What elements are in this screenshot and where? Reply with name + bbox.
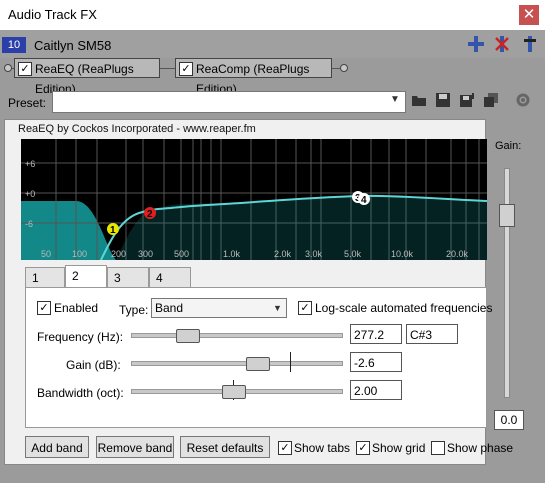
logscale-label: Log-scale automated frequencies [315, 301, 493, 315]
fx-reaeq-enable-checkbox[interactable]: ✓ [18, 62, 32, 76]
band-4-label: 4 [361, 195, 367, 206]
type-chevron-down-icon[interactable]: ▼ [273, 303, 282, 313]
freq-label-300: 300 [138, 249, 153, 259]
frequency-field[interactable]: 277.2 [350, 324, 402, 344]
type-label: Type: [119, 303, 149, 317]
gain-slider-track[interactable] [504, 168, 510, 398]
band-gain-zero-marker [290, 352, 291, 372]
band-1-label: 1 [110, 225, 116, 236]
frequency-label: Frequency (Hz): [37, 330, 124, 344]
track-number-badge: 10 [2, 37, 26, 53]
db-label-0: +0 [25, 189, 35, 199]
freq-label-500: 500 [174, 249, 189, 259]
close-button[interactable]: ✕ [519, 5, 539, 25]
gain-value-field[interactable]: 0.0 [494, 410, 524, 430]
chain-start-dot [4, 64, 12, 72]
show-phase-checkbox[interactable] [431, 441, 445, 455]
save-as-icon[interactable] [458, 91, 476, 109]
type-select-value: Band [155, 301, 184, 315]
show-grid-label: Show grid [372, 441, 426, 455]
chain-end-dot [340, 64, 348, 72]
pin-icon[interactable] [520, 34, 540, 54]
gear-icon[interactable] [514, 91, 532, 109]
enabled-checkbox[interactable]: ✓ [37, 301, 51, 315]
freq-label-1k: 1.0k [223, 249, 241, 259]
save-icon[interactable] [434, 91, 452, 109]
db-label-minus6: -6 [25, 219, 33, 229]
freq-label-2k: 2.0k [274, 249, 292, 259]
fx-reaeq-button[interactable]: ✓ ReaEQ (ReaPlugs Edition) [14, 58, 160, 96]
eq-plugin-title: ReaEQ by Cockos Incorporated - www.reape… [18, 123, 256, 135]
freq-label-100: 100 [72, 249, 87, 259]
band-gain-slider-track[interactable] [131, 361, 343, 366]
gain-label: Gain: [495, 140, 522, 152]
show-grid-checkbox[interactable]: ✓ [356, 441, 370, 455]
freq-label-50: 50 [41, 249, 51, 259]
freq-label-3k: 3.0k [305, 249, 323, 259]
band-gain-field[interactable]: -2.6 [350, 352, 402, 372]
type-select[interactable]: Band [151, 298, 287, 318]
show-tabs-label: Show tabs [294, 441, 351, 455]
bandwidth-label: Bandwidth (oct): [37, 386, 124, 400]
frequency-slider-thumb[interactable] [176, 329, 200, 343]
freq-label-10k: 10.0k [391, 249, 414, 259]
bandwidth-field[interactable]: 2.00 [350, 380, 402, 400]
chevron-down-icon[interactable]: ▼ [390, 94, 400, 105]
preset-dropdown[interactable] [52, 91, 406, 113]
window-title: Audio Track FX [8, 7, 97, 22]
remove-fx-icon[interactable] [492, 34, 512, 54]
band-2-label: 2 [147, 209, 153, 220]
add-band-button[interactable]: Add band [25, 436, 89, 458]
preset-stack-icon[interactable] [482, 91, 500, 109]
track-name: Caitlyn SM58 [34, 38, 112, 53]
freq-label-5k: 5.0k [344, 249, 362, 259]
logscale-checkbox[interactable]: ✓ [298, 301, 312, 315]
preset-label: Preset: [8, 96, 47, 110]
folder-icon[interactable] [410, 91, 428, 109]
frequency-slider-track[interactable] [131, 333, 343, 338]
band-gain-slider-thumb[interactable] [246, 357, 270, 371]
bandwidth-slider-thumb[interactable] [222, 385, 246, 399]
fx-reacomp-button[interactable]: ✓ ReaComp (ReaPlugs Edition) [175, 58, 332, 96]
freq-label-20k: 20.0k [446, 249, 469, 259]
tab-3[interactable]: 3 [107, 267, 149, 287]
note-field[interactable]: C#3 [406, 324, 458, 344]
freq-label-200: 200 [111, 249, 126, 259]
gain-slider-thumb[interactable] [499, 204, 515, 227]
enabled-label: Enabled [54, 301, 99, 315]
io-routing-icon[interactable] [466, 34, 486, 54]
reset-defaults-button[interactable]: Reset defaults [180, 436, 270, 458]
show-tabs-checkbox[interactable]: ✓ [278, 441, 292, 455]
tab-1[interactable]: 1 [25, 267, 65, 287]
fx-reacomp-enable-checkbox[interactable]: ✓ [179, 62, 193, 76]
remove-band-button[interactable]: Remove band [96, 436, 174, 458]
eq-frequency-graph[interactable]: +6 +0 -6 50 100 200 300 500 1.0k 2.0k 3.… [21, 139, 487, 260]
tab-2[interactable]: 2 [65, 265, 107, 288]
show-phase-label: Show phase [447, 441, 514, 455]
band-gain-label: Gain (dB): [66, 358, 121, 372]
db-label-plus6: +6 [25, 159, 35, 169]
tab-4[interactable]: 4 [149, 267, 191, 287]
